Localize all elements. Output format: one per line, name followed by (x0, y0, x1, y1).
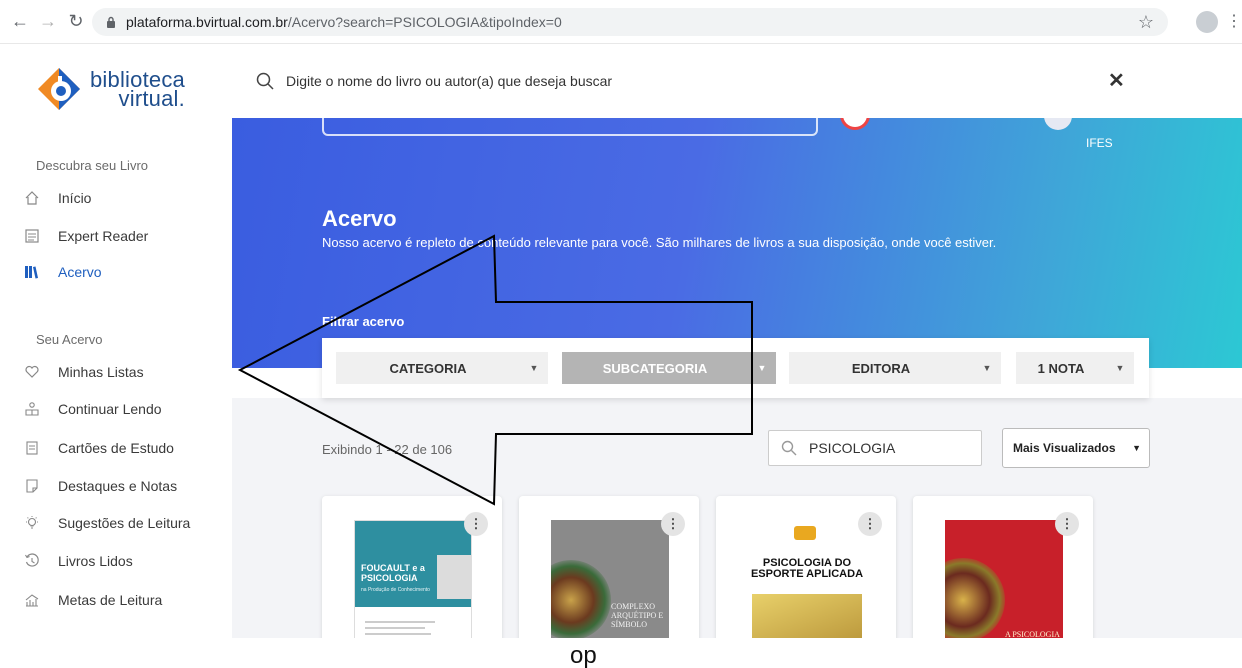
book-cover-subtitle: na Produção de Conhecimento (361, 587, 430, 593)
logo-icon (38, 68, 80, 110)
close-icon[interactable]: ✕ (1108, 68, 1125, 93)
book-card[interactable]: COMPLEXO ARQUÉTIPO E SÍMBOLO ⋮ (519, 496, 699, 656)
sidebar-item-label: Sugestões de Leitura (58, 515, 191, 531)
book-cover[interactable]: FOUCAULT e a PSICOLOGIA na Produção de C… (354, 520, 472, 656)
book-cover[interactable]: PSICOLOGIA DO ESPORTE APLICADA (748, 520, 866, 656)
note-icon (22, 476, 42, 496)
sidebar-item-expert-reader[interactable]: Expert Reader (22, 224, 148, 248)
book-cover-title: COMPLEXO ARQUÉTIPO E SÍMBOLO (611, 602, 664, 629)
browser-profile-avatar[interactable] (1196, 11, 1218, 33)
book-options-icon[interactable]: ⋮ (858, 512, 882, 536)
sidebar-item-sugestoes-de-leitura[interactable]: Sugestões de Leitura (22, 511, 190, 535)
screen: ← → ↻ plataforma.bvirtual.com.br/Acervo?… (0, 0, 1242, 668)
page-subtitle: Nosso acervo é repleto de conteúdo relev… (322, 235, 997, 250)
book-cover-title: PSICOLOGIA DO ESPORTE APLICADA (750, 557, 864, 580)
sidebar-item-inicio[interactable]: Início (22, 186, 91, 210)
caret-down-icon: ▼ (982, 363, 992, 373)
filter-label: SUBCATEGORIA (602, 360, 708, 376)
search-icon (256, 72, 274, 90)
filter-label: 1 NOTA (1037, 360, 1085, 376)
sidebar-item-label: Livros Lidos (58, 553, 133, 569)
sidebar: biblioteca virtual. Descubra seu Livro I… (0, 44, 232, 638)
book-cover[interactable]: COMPLEXO ARQUÉTIPO E SÍMBOLO (551, 520, 669, 656)
lock-icon (107, 16, 115, 28)
sidebar-item-minhas-listas[interactable]: Minhas Listas (22, 360, 144, 384)
sidebar-item-acervo[interactable]: Acervo (22, 260, 102, 284)
book-options-icon[interactable]: ⋮ (464, 512, 488, 536)
global-search-input[interactable]: Digite o nome do livro ou autor(a) que d… (286, 73, 612, 89)
book-card[interactable]: PSICOLOGIA DO ESPORTE APLICADA ⋮ (716, 496, 896, 656)
book-card[interactable]: FOUCAULT e a PSICOLOGIA na Produção de C… (322, 496, 502, 656)
history-icon (22, 551, 42, 571)
bookmark-star-icon[interactable]: ☆ (1138, 12, 1154, 33)
filter-label: CATEGORIA (389, 360, 467, 376)
caret-down-icon: ▼ (1132, 443, 1141, 453)
bottom-strip (0, 638, 1242, 668)
filter-bar: CATEGORIA ▼ SUBCATEGORIA ▼ EDITORA ▼ 1 N… (322, 338, 1149, 398)
sidebar-item-label: Cartões de Estudo (58, 440, 174, 456)
sidebar-item-label: Início (58, 190, 92, 206)
results-count: Exibindo 1 - 22 de 106 (322, 442, 453, 457)
section-title-seu-acervo: Seu Acervo (36, 332, 103, 347)
sidebar-item-label: Acervo (58, 264, 102, 280)
sidebar-item-label: Destaques e Notas (58, 478, 178, 494)
logo-text: biblioteca virtual. (90, 69, 185, 110)
user-institution-label: IFES (1086, 136, 1113, 150)
library-icon (22, 262, 42, 282)
book-card[interactable]: A PSICOLOGIA DE C.G. JUNG ⋮ (913, 496, 1093, 656)
sidebar-item-continuar-lendo[interactable]: Continuar Lendo (22, 397, 162, 421)
heart-icon (22, 362, 42, 382)
sidebar-item-cartoes-de-estudo[interactable]: Cartões de Estudo (22, 436, 174, 460)
filter-editora-dropdown[interactable]: EDITORA ▼ (789, 352, 1001, 384)
page-title: Acervo (322, 206, 397, 231)
reload-icon[interactable]: ↻ (62, 8, 90, 36)
forward-arrow-icon[interactable]: → (34, 8, 62, 36)
caret-down-icon: ▼ (529, 363, 539, 373)
book-cover-title: FOUCAULT e a PSICOLOGIA (361, 563, 425, 583)
book-options-icon[interactable]: ⋮ (1055, 512, 1079, 536)
filter-section-label: Filtrar acervo (322, 314, 405, 329)
sidebar-item-label: Minhas Listas (58, 364, 144, 380)
search-icon (781, 440, 797, 456)
filter-nota-dropdown[interactable]: 1 NOTA ▼ (1016, 352, 1134, 384)
home-icon (22, 188, 42, 208)
card-icon (22, 438, 42, 458)
hero-banner: IFES Acervo Nosso acervo é repleto de co… (232, 110, 1242, 368)
filter-label: EDITORA (851, 360, 911, 376)
back-arrow-icon[interactable]: ← (6, 8, 34, 36)
sidebar-item-label: Metas de Leitura (58, 592, 163, 608)
url-path: /Acervo?search=PSICOLOGIA&tipoIndex=0 (287, 14, 562, 30)
url-host: plataforma.bvirtual.com.br (126, 14, 288, 30)
reader-icon (22, 226, 42, 246)
global-search-bar[interactable]: Digite o nome do livro ou autor(a) que d… (232, 44, 1242, 118)
results-area: Exibindo 1 - 22 de 106 PSICOLOGIA Mais V… (232, 398, 1242, 656)
caret-down-icon: ▼ (757, 363, 767, 373)
browser-toolbar: ← → ↻ plataforma.bvirtual.com.br/Acervo?… (0, 0, 1242, 44)
sidebar-item-label: Expert Reader (58, 228, 149, 244)
book-options-icon[interactable]: ⋮ (661, 512, 685, 536)
filter-categoria-dropdown[interactable]: CATEGORIA ▼ (336, 352, 548, 384)
caption-text: op (570, 642, 597, 668)
logo[interactable]: biblioteca virtual. (36, 66, 185, 112)
browser-menu-icon[interactable]: ⋮ (1226, 10, 1242, 34)
sidebar-item-label: Continuar Lendo (58, 401, 162, 417)
filter-subcategoria-dropdown[interactable]: SUBCATEGORIA ▼ (562, 352, 776, 384)
sidebar-item-destaques-e-notas[interactable]: Destaques e Notas (22, 474, 177, 498)
collection-search-input[interactable]: PSICOLOGIA (768, 430, 982, 466)
sidebar-item-livros-lidos[interactable]: Livros Lidos (22, 549, 133, 573)
sidebar-item-metas-de-leitura[interactable]: Metas de Leitura (22, 588, 162, 612)
sort-select[interactable]: Mais Visualizados ▼ (1002, 428, 1150, 468)
collection-search-value: PSICOLOGIA (809, 440, 896, 456)
book-cover[interactable]: A PSICOLOGIA DE C.G. JUNG (945, 520, 1063, 656)
address-bar[interactable]: plataforma.bvirtual.com.br/Acervo?search… (92, 8, 1168, 36)
lightbulb-icon (22, 513, 42, 533)
section-title-discover: Descubra seu Livro (36, 158, 148, 173)
caret-down-icon: ▼ (1115, 363, 1125, 373)
sort-selected-value: Mais Visualizados (1013, 441, 1116, 455)
reading-person-icon (22, 399, 42, 419)
goals-icon (22, 590, 42, 610)
